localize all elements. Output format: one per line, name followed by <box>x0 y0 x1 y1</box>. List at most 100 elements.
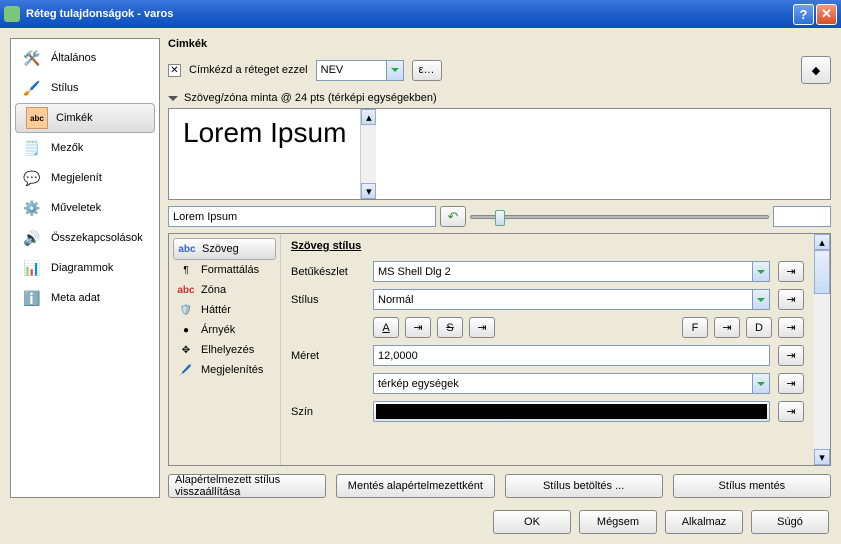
dialog-content: 🛠️ Általános 🖌️ Stílus abc Cimkék 🗒️ Mez… <box>0 28 841 544</box>
reset-preview-button[interactable]: ↶ <box>440 206 466 227</box>
subtab-label: Formattálás <box>201 264 259 276</box>
rule-labeling-button[interactable]: ◆ <box>801 56 831 84</box>
preview-header[interactable]: Szöveg/zóna minta @ 24 pts (térképi egys… <box>168 92 831 104</box>
help-button[interactable]: Súgó <box>751 510 829 534</box>
undo-icon: ↶ <box>447 209 458 225</box>
subtab-label: Zóna <box>201 284 226 296</box>
buffer-icon: abc <box>177 283 195 297</box>
underline-override-button[interactable]: ⇥ <box>405 317 431 338</box>
font-override-button[interactable]: ⇥ <box>778 261 804 282</box>
diamond-icon: ◆ <box>812 64 820 77</box>
shadow-icon: ● <box>177 323 195 337</box>
sidebar-item-style[interactable]: 🖌️ Stílus <box>11 73 159 103</box>
app-icon <box>4 6 20 22</box>
sidebar-item-diagrams[interactable]: 📊 Diagrammok <box>11 253 159 283</box>
preview-text-input[interactable]: Lorem Ipsum <box>168 206 436 227</box>
subtab-buffer[interactable]: abc Zóna <box>173 280 276 300</box>
style-combo[interactable]: Normál <box>373 289 770 310</box>
color-override-button[interactable]: ⇥ <box>778 401 804 422</box>
arrow-down-icon[interactable]: ▾ <box>814 449 830 465</box>
preview-box: Lorem Ipsum ▴ ▾ <box>168 108 831 200</box>
subtab-text[interactable]: abcSzöveg <box>173 238 276 260</box>
expression-button[interactable]: ε… <box>412 60 442 81</box>
sidebar-item-joins[interactable]: 🔊 Összekapcsolások <box>11 223 159 253</box>
f-button[interactable]: F <box>682 317 708 338</box>
subtab-label: Árnyék <box>201 324 235 336</box>
text-style-title: Szöveg stílus <box>291 240 804 252</box>
preview-size-slider[interactable] <box>470 206 831 227</box>
chevron-down-icon <box>752 374 769 393</box>
strike-override-button[interactable]: ⇥ <box>469 317 495 338</box>
subtab-shadow[interactable]: ● Árnyék <box>173 320 276 340</box>
style-override-button[interactable]: ⇥ <box>778 289 804 310</box>
sidebar-item-display[interactable]: 💬 Megjelenít <box>11 163 159 193</box>
rendering-icon: 🖊️ <box>177 363 195 377</box>
chevron-down-icon <box>386 61 403 80</box>
label-field-combo[interactable]: NEV <box>316 60 404 81</box>
load-style-button[interactable]: Stílus betöltés ... <box>505 474 663 498</box>
font-value: MS Shell Dlg 2 <box>378 266 451 278</box>
subtab-rendering[interactable]: 🖊️Megjelenítés <box>173 360 276 380</box>
size-input[interactable]: 12,0000 <box>373 345 770 366</box>
arrow-down-icon[interactable]: ▾ <box>361 183 376 199</box>
background-icon: 🛡️ <box>177 303 195 317</box>
font-combo[interactable]: MS Shell Dlg 2 <box>373 261 770 282</box>
data-defined-icon: ⇥ <box>786 349 795 362</box>
restore-default-style-button[interactable]: Alapértelmezett stílus visszaállítása <box>168 474 326 498</box>
help-button[interactable]: ? <box>793 4 814 25</box>
sidebar-item-label: Meta adat <box>51 292 100 304</box>
sidebar-item-metadata[interactable]: ℹ️ Meta adat <box>11 283 159 313</box>
style-subtabs: abcSzöveg ¶Formattálás abcZóna 🛡️Háttér … <box>169 234 281 465</box>
data-defined-icon: ⇥ <box>786 377 795 390</box>
style-label: Stílus <box>291 294 365 306</box>
close-button[interactable]: ✕ <box>816 4 837 25</box>
preview-bg-swatch[interactable] <box>773 206 831 227</box>
style-settings-area: abcSzöveg ¶Formattálás abcZóna 🛡️Háttér … <box>168 233 831 466</box>
save-style-button[interactable]: Stílus mentés <box>673 474 831 498</box>
label-with-text: Címkézd a réteget ezzel <box>189 64 308 76</box>
titlebar: Réteg tulajdonságok - varos ? ✕ <box>0 0 841 28</box>
sidebar-item-labels[interactable]: abc Cimkék <box>15 103 155 133</box>
preview-scrollbar[interactable]: ▴ ▾ <box>360 109 376 199</box>
underline-button[interactable]: A <box>373 317 399 338</box>
arrow-up-icon[interactable]: ▴ <box>361 109 376 125</box>
arrow-up-icon[interactable]: ▴ <box>814 234 830 250</box>
slider-thumb[interactable] <box>495 210 505 226</box>
placement-icon: ✥ <box>177 343 195 357</box>
ok-button[interactable]: OK <box>493 510 571 534</box>
f-override-button[interactable]: ⇥ <box>714 317 740 338</box>
data-defined-icon: ⇥ <box>477 321 486 334</box>
color-picker[interactable] <box>373 401 770 422</box>
subtab-label: Szöveg <box>202 243 239 255</box>
size-override-button[interactable]: ⇥ <box>778 345 804 366</box>
unit-combo[interactable]: térkép egységek <box>373 373 770 394</box>
preview-sample-text: Lorem Ipsum <box>169 109 360 199</box>
scroll-thumb[interactable] <box>814 250 830 294</box>
subtab-formatting[interactable]: ¶Formattálás <box>173 260 276 280</box>
sidebar-item-general[interactable]: 🛠️ Általános <box>11 43 159 73</box>
abc-icon: abc <box>26 107 48 129</box>
cancel-button[interactable]: Mégsem <box>579 510 657 534</box>
subtab-placement[interactable]: ✥ Elhelyezés <box>173 340 276 360</box>
size-label: Méret <box>291 350 365 362</box>
label-enable-checkbox[interactable]: ✕ <box>168 64 181 77</box>
subtab-label: Elhelyezés <box>201 344 254 356</box>
sidebar-item-actions[interactable]: ⚙️ Műveletek <box>11 193 159 223</box>
strike-button[interactable]: S <box>437 317 463 338</box>
data-defined-icon: ⇥ <box>786 321 795 334</box>
d-button[interactable]: D <box>746 317 772 338</box>
joins-icon: 🔊 <box>21 227 43 249</box>
unit-override-button[interactable]: ⇥ <box>778 373 804 394</box>
apply-button[interactable]: Alkalmaz <box>665 510 743 534</box>
form-scrollbar[interactable]: ▴ ▾ <box>814 234 830 465</box>
data-defined-icon: ⇥ <box>786 265 795 278</box>
sidebar-item-fields[interactable]: 🗒️ Mezők <box>11 133 159 163</box>
size-value: 12,0000 <box>378 350 418 362</box>
unit-value: térkép egységek <box>378 378 459 390</box>
d-override-button[interactable]: ⇥ <box>778 317 804 338</box>
save-default-style-button[interactable]: Mentés alapértelmezettként <box>336 474 494 498</box>
data-defined-icon: ⇥ <box>786 293 795 306</box>
chart-icon: 📊 <box>21 257 43 279</box>
subtab-background[interactable]: 🛡️Háttér <box>173 300 276 320</box>
wrench-icon: 🛠️ <box>21 47 43 69</box>
